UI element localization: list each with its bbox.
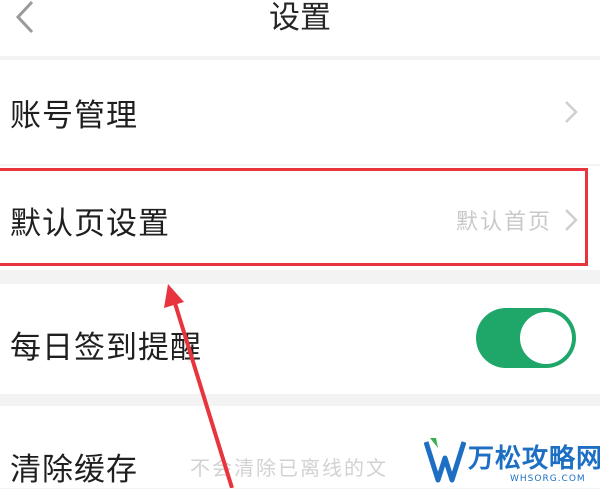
watermark-subtext: WHSORG.COM <box>510 474 586 484</box>
red-arrow-annotation <box>164 284 234 488</box>
watermark-text: 万松攻略网 <box>468 444 600 474</box>
watermark: 万松攻略网 WHSORG.COM <box>420 432 600 488</box>
watermark-logo-icon <box>424 438 466 483</box>
